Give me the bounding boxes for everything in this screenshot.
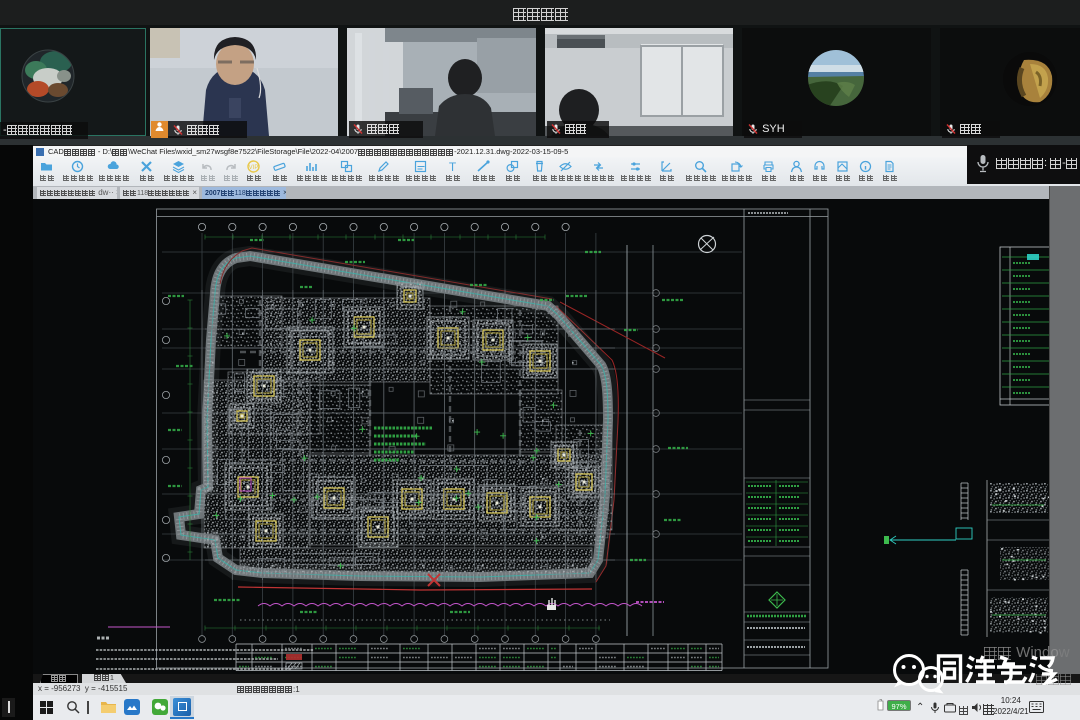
svg-text:T: T [449,160,457,173]
svg-text:VIP: VIP [249,165,259,171]
